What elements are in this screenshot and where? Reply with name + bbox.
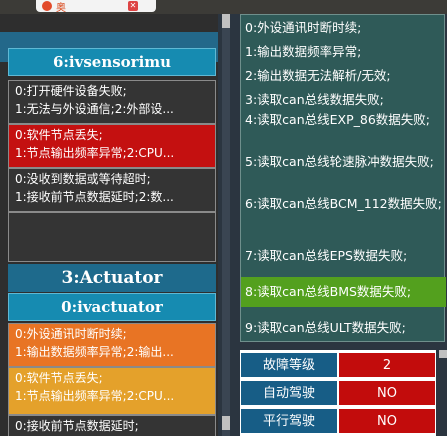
- row-line-1: 0:接收前节点数据延时;: [15, 419, 139, 433]
- actuator-row-1[interactable]: 0:软件节点丢失; 1:节点输出频率异常;2:CPU...: [8, 367, 216, 415]
- right-panel: 0:外设通讯时断时续; 1:输出数据频率异常; 2:输出数据无法解析/无效; 3…: [240, 14, 447, 436]
- sensor-row-1[interactable]: 0:软件节点丢失; 1:节点输出频率异常;2:CPU...: [8, 124, 216, 168]
- error-code-list: 0:外设通讯时断时续; 1:输出数据频率异常; 2:输出数据无法解析/无效; 3…: [240, 14, 446, 342]
- status-row-parallel-drive: 平行驾驶 NO: [240, 408, 436, 434]
- code-item-1: 1:输出数据频率异常;: [245, 44, 362, 59]
- status-value: 2: [338, 352, 436, 378]
- code-item-6: 6:读取can总线BCM_112数据失败;: [245, 196, 442, 211]
- status-table: 故障等级 2 自动驾驶 NO 平行驾驶 NO: [240, 350, 436, 436]
- row-line-1: 0:软件节点丢失;: [15, 128, 103, 142]
- actuator-section-title: 3:Actuator: [8, 264, 216, 292]
- row-line-2: 1:无法与外设通信;2:外部设...: [15, 102, 174, 116]
- sensor-row-2[interactable]: 0:没收到数据或等待超时; 1:接收前节点数据延时;2:数...: [8, 168, 216, 212]
- scrollbar-up-thumb[interactable]: [222, 14, 230, 28]
- status-value: NO: [338, 408, 436, 434]
- browser-tab-bar: 奥 ✕: [0, 0, 447, 14]
- row-line-2: 1:输出数据频率异常;2:输出...: [15, 345, 174, 359]
- scrollbar-down-thumb[interactable]: [222, 416, 230, 430]
- code-item-4: 4:读取can总线EXP_86数据失败;: [245, 112, 430, 127]
- code-item-3: 3:读取can总线数据失败;: [245, 92, 384, 107]
- scrollbar-thumb[interactable]: [439, 350, 447, 358]
- status-row-auto-drive: 自动驾驶 NO: [240, 380, 436, 406]
- left-panel: 6:ivsensorimu 0:打开硬件设备失败; 1:无法与外设通信;2:外部…: [0, 14, 218, 436]
- row-line-2: 1:节点输出频率异常;2:CPU...: [15, 389, 175, 403]
- code-item-9: 9:读取can总线ULT数据失败;: [245, 320, 406, 335]
- status-label: 平行驾驶: [240, 408, 338, 434]
- actuator-row-0[interactable]: 0:外设通讯时断时续; 1:输出数据频率异常;2:输出...: [8, 323, 216, 367]
- browser-logo-icon: [42, 1, 52, 11]
- status-label: 自动驾驶: [240, 380, 338, 406]
- status-value: NO: [338, 380, 436, 406]
- status-row-fault-level: 故障等级 2: [240, 352, 436, 378]
- scrollbar-track[interactable]: [222, 14, 230, 436]
- sensor-node-header: 6:ivsensorimu: [8, 48, 216, 76]
- row-line-2: 1:节点输出频率异常;2:CPU...: [15, 146, 175, 160]
- row-line-2: 1:接收前节点数据延时;2:数...: [15, 190, 174, 204]
- browser-tab-title: 奥: [56, 3, 66, 14]
- code-item-5: 5:读取can总线轮速脉冲数据失败;: [245, 154, 434, 169]
- close-icon[interactable]: ✕: [128, 1, 138, 11]
- code-item-0: 0:外设通讯时断时续;: [245, 20, 362, 35]
- code-item-2: 2:输出数据无法解析/无效;: [245, 68, 391, 83]
- sensor-row-0[interactable]: 0:打开硬件设备失败; 1:无法与外设通信;2:外部设...: [8, 80, 216, 124]
- sensor-row-empty: [8, 212, 216, 262]
- code-item-7: 7:读取can总线EPS数据失败;: [245, 248, 408, 263]
- code-item-8-highlighted: 8:读取can总线BMS数据失败;: [241, 277, 446, 307]
- row-line-1: 0:打开硬件设备失败;: [15, 84, 127, 98]
- actuator-row-2[interactable]: 0:接收前节点数据延时;: [8, 415, 216, 436]
- row-line-1: 0:软件节点丢失;: [15, 371, 103, 385]
- actuator-node-header: 0:ivactuator: [8, 293, 216, 321]
- row-line-1: 0:外设通讯时断时续;: [15, 327, 127, 341]
- browser-tab[interactable]: 奥 ✕: [36, 0, 156, 14]
- status-label: 故障等级: [240, 352, 338, 378]
- panel-divider: [218, 14, 240, 436]
- row-line-1: 0:没收到数据或等待超时;: [15, 172, 151, 186]
